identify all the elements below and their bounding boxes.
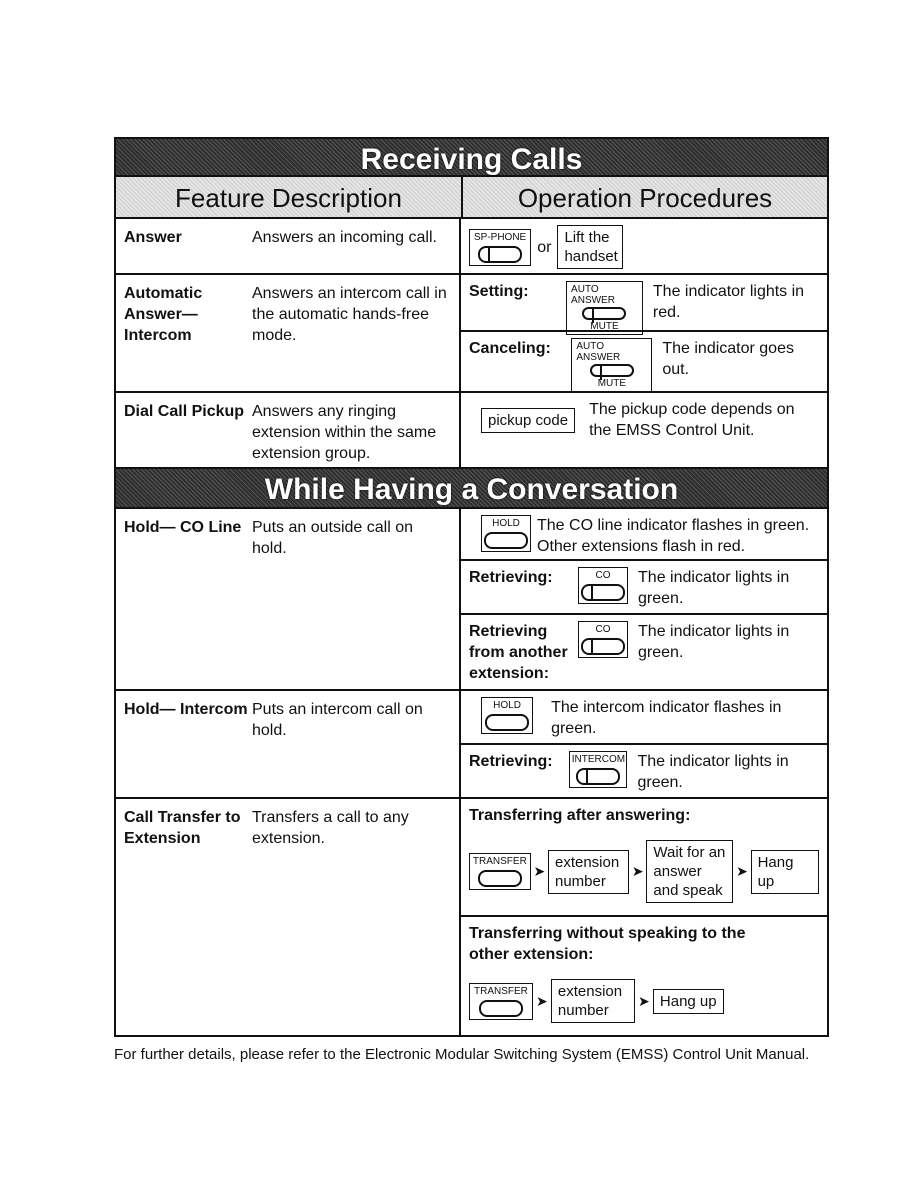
intercom-key-icon: INTERCOM — [569, 751, 628, 788]
canceling-text: The indicator goes out. — [662, 340, 794, 378]
retrieving-label: Retrieving: — [469, 569, 553, 586]
extension-number-box: extension number — [547, 849, 630, 894]
extension-number-box: extension number — [550, 979, 635, 1023]
feature-desc: Puts an intercom call on hold. — [252, 701, 423, 739]
table-row: Call Transfer to Extension Transfers a ca… — [114, 799, 829, 1037]
retrieving-label: Retrieving: — [469, 753, 553, 770]
transfer-flow-after: TRANSFER ➤ extension number ➤ Wait for a… — [469, 840, 819, 903]
feature-name: Dial Call Pickup — [124, 403, 245, 420]
transfer-key-icon: TRANSFER — [469, 982, 533, 1020]
pickup-text: The pickup code depends on the EMSS Cont… — [589, 401, 795, 439]
feature-name: Automatic Answer— Intercom — [124, 285, 203, 344]
wait-answer-box: Wait for an answer and speak — [646, 840, 734, 903]
feature-name: Call Transfer to Extension — [124, 809, 241, 847]
canceling-label: Canceling: — [469, 340, 551, 357]
hang-up-box: Hang up — [750, 849, 819, 894]
setting-text: The indicator lights in red. — [652, 283, 805, 321]
auto-answer-key-icon: AUTO ANSWER MUTE — [571, 338, 653, 392]
after-answering-label: Transferring after answering: — [469, 807, 691, 824]
feature-name: Answer — [124, 229, 182, 246]
feature-desc: Puts an outside call on hold. — [252, 519, 413, 557]
pickup-code-box: pickup code — [481, 407, 576, 433]
feature-desc: Answers any ringing extension within the… — [252, 403, 437, 462]
arrow-icon: ➤ — [533, 863, 546, 879]
feature-name: Hold— Intercom — [124, 701, 248, 718]
feature-name: Hold— CO Line — [124, 519, 242, 536]
section-banner-conversation: While Having a Conversation — [114, 469, 829, 509]
retrieving-other-label: Retrieving from another extension: — [469, 623, 568, 682]
arrow-icon: ➤ — [736, 863, 748, 879]
header-feature: Feature Description — [116, 177, 463, 217]
transfer-key-icon: TRANSFER — [469, 853, 531, 890]
table-row: Hold— Intercom Puts an intercom call on h… — [114, 691, 829, 799]
footer-note: For further details, please refer to the… — [114, 1046, 810, 1063]
feature-table: Receiving Calls Feature Description Oper… — [114, 137, 829, 1037]
table-row: Automatic Answer— Intercom Answers an int… — [114, 275, 829, 393]
lift-handset-box: Lift the handset — [557, 225, 624, 269]
arrow-icon: ➤ — [536, 992, 548, 1009]
feature-desc: Transfers a call to any extension. — [252, 809, 409, 847]
sp-phone-key-icon: SP-PHONE — [469, 228, 532, 266]
feature-desc: Answers an intercom call in the automati… — [252, 285, 447, 344]
section-banner-receiving: Receiving Calls — [114, 137, 829, 177]
hold-co-text: The CO line indicator flashes in green. … — [537, 517, 810, 555]
feature-desc: Answers an incoming call. — [252, 229, 437, 246]
arrow-icon: ➤ — [638, 992, 650, 1009]
setting-label: Setting: — [469, 283, 529, 300]
hold-intercom-text: The intercom indicator flashes in green. — [551, 699, 782, 737]
hold-key-icon: HOLD — [481, 697, 534, 734]
co-key-icon: CO — [578, 567, 629, 604]
table-row: Hold— CO Line Puts an outside call on hol… — [114, 509, 829, 691]
table-row: Dial Call Pickup Answers any ringing exte… — [114, 393, 829, 469]
or-text: or — [537, 238, 552, 256]
hold-key-icon: HOLD — [481, 515, 531, 552]
header-operation: Operation Procedures — [463, 177, 827, 217]
table-row: Answer Answers an incoming call. SP-PHONE… — [114, 219, 829, 275]
hang-up-box: Hang up — [652, 988, 724, 1014]
retrieving-other-text: The indicator lights in green. — [638, 623, 790, 661]
without-speaking-label: Transferring without speaking to the oth… — [469, 925, 746, 963]
transfer-flow-without: TRANSFER ➤ extension number ➤ Hang up — [469, 979, 724, 1023]
column-headers: Feature Description Operation Procedures — [114, 177, 829, 219]
auto-answer-key-icon: AUTO ANSWER MUTE — [566, 281, 643, 335]
co-key-icon: CO — [578, 621, 629, 658]
retrieving-text: The indicator lights in green. — [637, 753, 789, 791]
retrieving-text: The indicator lights in green. — [638, 569, 790, 607]
arrow-icon: ➤ — [631, 863, 644, 879]
